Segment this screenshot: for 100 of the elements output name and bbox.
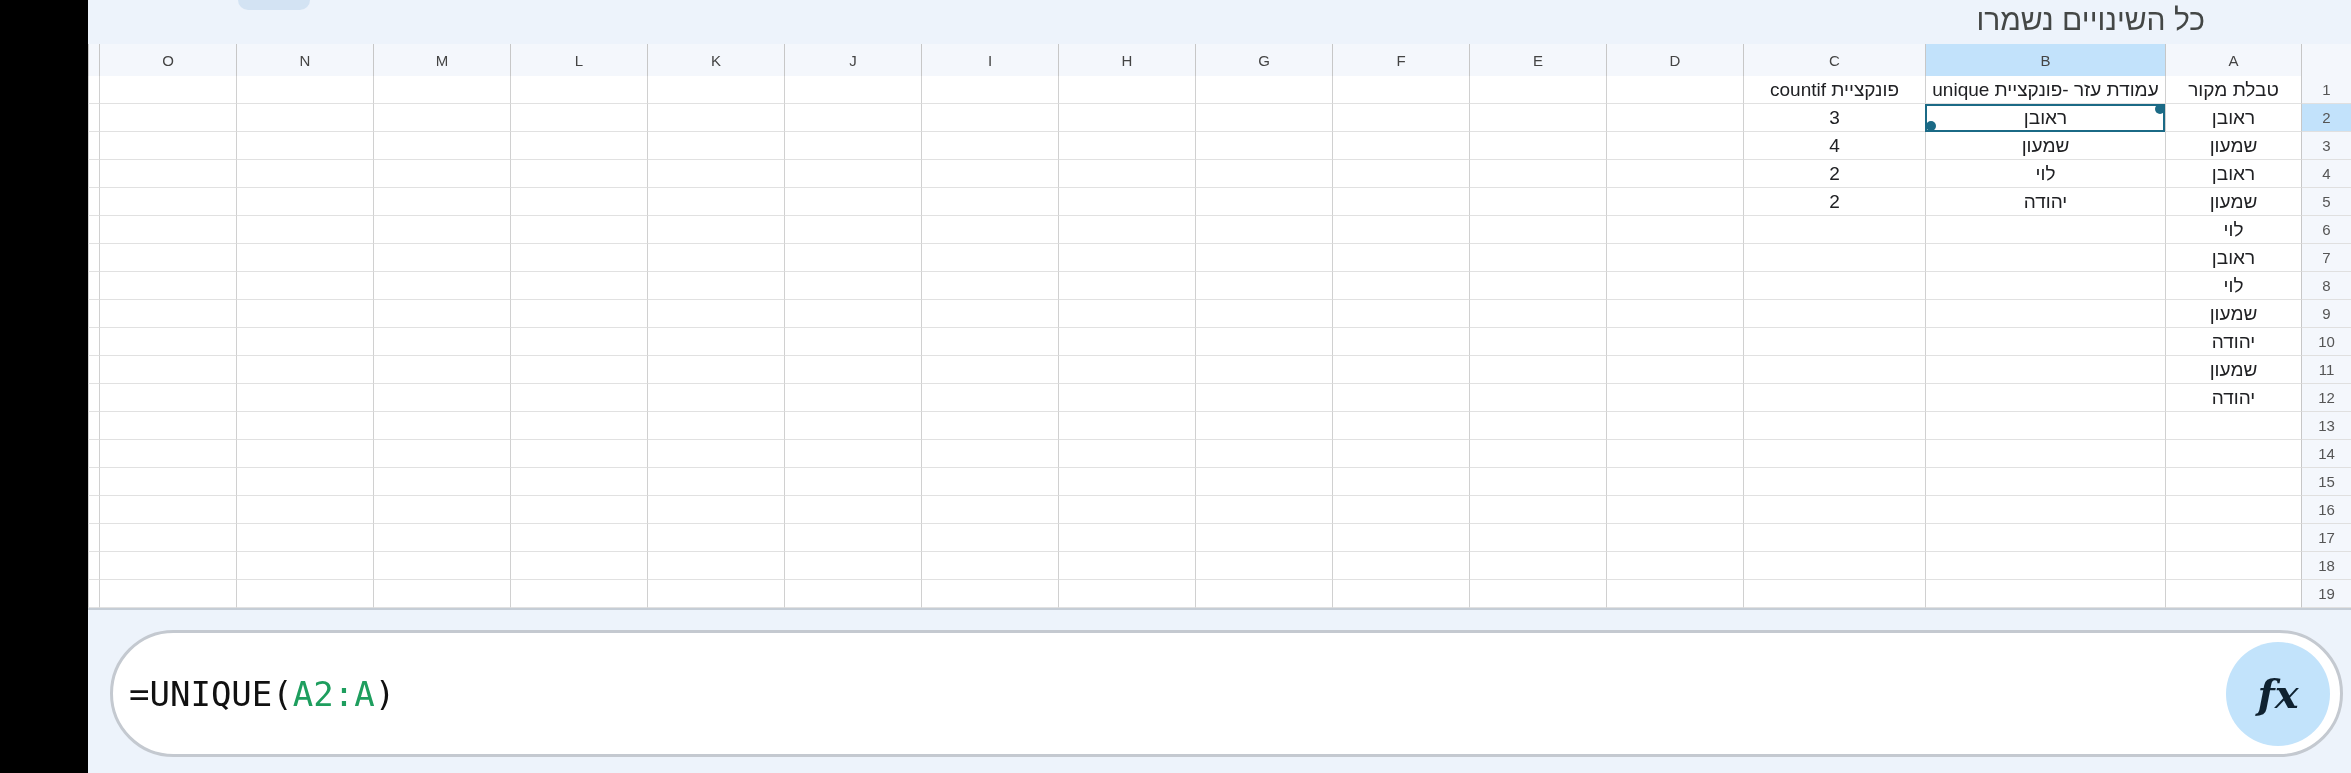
empty-cell[interactable]: [921, 76, 1058, 104]
empty-cell[interactable]: [236, 216, 373, 244]
empty-cell[interactable]: [236, 440, 373, 468]
empty-cell[interactable]: [1743, 496, 1925, 524]
empty-cell[interactable]: [510, 328, 647, 356]
empty-cell[interactable]: [921, 244, 1058, 272]
row-header[interactable]: 15: [2301, 468, 2351, 496]
empty-cell[interactable]: [1606, 524, 1743, 552]
empty-cell[interactable]: [1743, 412, 1925, 440]
selection-handle[interactable]: [1926, 121, 1936, 131]
table-cell[interactable]: שמעון: [1925, 132, 2165, 160]
empty-cell[interactable]: [921, 216, 1058, 244]
empty-cell[interactable]: [88, 412, 99, 440]
empty-cell[interactable]: [99, 552, 236, 580]
column-header[interactable]: G: [1195, 44, 1332, 76]
empty-cell[interactable]: [510, 300, 647, 328]
table-cell[interactable]: יהודה: [1925, 188, 2165, 216]
empty-cell[interactable]: [1469, 440, 1606, 468]
empty-cell[interactable]: [784, 496, 921, 524]
empty-cell[interactable]: [373, 496, 510, 524]
empty-cell[interactable]: [373, 552, 510, 580]
empty-cell[interactable]: [1332, 104, 1469, 132]
row-header[interactable]: 12: [2301, 384, 2351, 412]
column-header[interactable]: N: [236, 44, 373, 76]
empty-cell[interactable]: [1743, 356, 1925, 384]
empty-cell[interactable]: [1332, 496, 1469, 524]
empty-cell[interactable]: [1195, 188, 1332, 216]
empty-cell[interactable]: [1058, 104, 1195, 132]
empty-cell[interactable]: [1606, 300, 1743, 328]
row-header[interactable]: 18: [2301, 552, 2351, 580]
empty-cell[interactable]: [921, 132, 1058, 160]
empty-cell[interactable]: [647, 552, 784, 580]
empty-cell[interactable]: [1469, 160, 1606, 188]
empty-cell[interactable]: [99, 468, 236, 496]
empty-cell[interactable]: [921, 496, 1058, 524]
table-cell[interactable]: שמעון: [2165, 132, 2301, 160]
empty-cell[interactable]: [647, 524, 784, 552]
empty-cell[interactable]: [1332, 132, 1469, 160]
empty-cell[interactable]: [236, 272, 373, 300]
empty-cell[interactable]: [921, 580, 1058, 608]
empty-cell[interactable]: [647, 412, 784, 440]
empty-cell[interactable]: [647, 440, 784, 468]
empty-cell[interactable]: [784, 580, 921, 608]
empty-cell[interactable]: [1058, 412, 1195, 440]
row-header[interactable]: 13: [2301, 412, 2351, 440]
empty-cell[interactable]: [510, 412, 647, 440]
empty-cell[interactable]: [784, 104, 921, 132]
empty-cell[interactable]: [784, 468, 921, 496]
empty-cell[interactable]: [1195, 244, 1332, 272]
empty-cell[interactable]: [1058, 496, 1195, 524]
empty-cell[interactable]: [1195, 104, 1332, 132]
empty-cell[interactable]: [1332, 412, 1469, 440]
empty-cell[interactable]: [373, 440, 510, 468]
empty-cell[interactable]: [784, 328, 921, 356]
empty-cell[interactable]: [1743, 216, 1925, 244]
table-cell[interactable]: שמעון: [2165, 300, 2301, 328]
table-cell[interactable]: פונקציית countif: [1743, 76, 1925, 104]
empty-cell[interactable]: [784, 188, 921, 216]
empty-cell[interactable]: [1332, 552, 1469, 580]
empty-cell[interactable]: [373, 524, 510, 552]
empty-cell[interactable]: [236, 132, 373, 160]
empty-cell[interactable]: [1469, 188, 1606, 216]
empty-cell[interactable]: [1058, 188, 1195, 216]
empty-cell[interactable]: [647, 496, 784, 524]
empty-cell[interactable]: [1058, 384, 1195, 412]
empty-cell[interactable]: [1606, 188, 1743, 216]
empty-cell[interactable]: [88, 552, 99, 580]
empty-cell[interactable]: [1469, 244, 1606, 272]
empty-cell[interactable]: [88, 188, 99, 216]
empty-cell[interactable]: [784, 300, 921, 328]
empty-cell[interactable]: [88, 384, 99, 412]
empty-cell[interactable]: [1606, 580, 1743, 608]
table-cell[interactable]: יהודה: [2165, 328, 2301, 356]
empty-cell[interactable]: [921, 300, 1058, 328]
empty-cell[interactable]: [88, 524, 99, 552]
empty-cell[interactable]: [1195, 132, 1332, 160]
empty-cell[interactable]: [1195, 272, 1332, 300]
column-header[interactable]: D: [1606, 44, 1743, 76]
empty-cell[interactable]: [647, 384, 784, 412]
empty-cell[interactable]: [1058, 440, 1195, 468]
empty-cell[interactable]: [88, 496, 99, 524]
empty-cell[interactable]: [647, 328, 784, 356]
empty-cell[interactable]: [784, 552, 921, 580]
row-header[interactable]: 1: [2301, 76, 2351, 104]
table-cell[interactable]: 3: [1743, 104, 1925, 132]
row-header[interactable]: 14: [2301, 440, 2351, 468]
corner-cell[interactable]: [2301, 44, 2351, 76]
empty-cell[interactable]: [784, 132, 921, 160]
empty-cell[interactable]: [1195, 524, 1332, 552]
column-header[interactable]: C: [1743, 44, 1925, 76]
empty-cell[interactable]: [1925, 244, 2165, 272]
column-header[interactable]: H: [1058, 44, 1195, 76]
empty-cell[interactable]: [99, 132, 236, 160]
empty-cell[interactable]: [921, 160, 1058, 188]
column-header[interactable]: K: [647, 44, 784, 76]
empty-cell[interactable]: [99, 328, 236, 356]
empty-cell[interactable]: [1925, 440, 2165, 468]
table-cell[interactable]: 4: [1743, 132, 1925, 160]
table-cell[interactable]: ראובן: [2165, 244, 2301, 272]
empty-cell[interactable]: [1469, 328, 1606, 356]
